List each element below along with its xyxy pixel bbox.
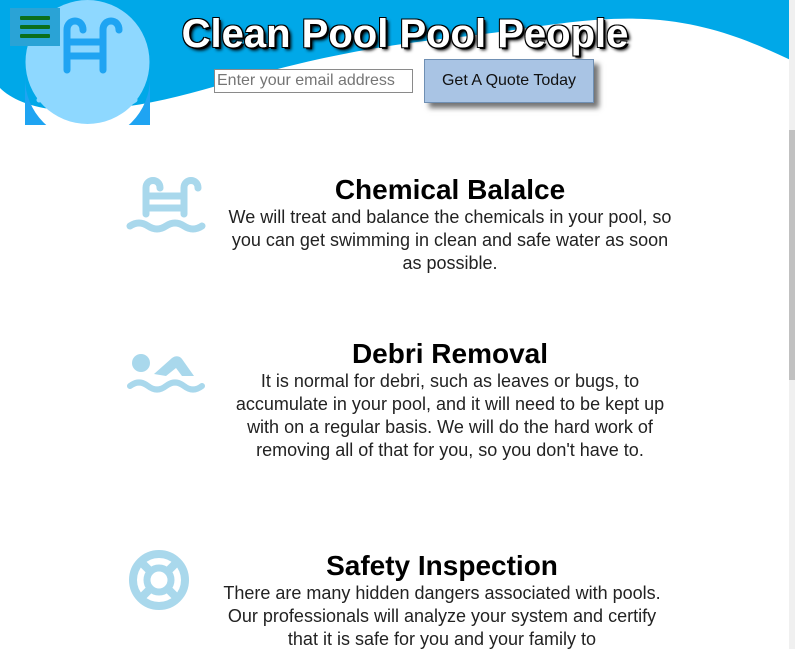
service-safety-inspection: Safety Inspection There are many hidden … bbox=[120, 550, 680, 649]
service-title: Safety Inspection bbox=[326, 550, 558, 581]
page: Clean Pool Pool People Get A Quote Today… bbox=[0, 0, 795, 649]
service-description: It is normal for debri, such as leaves o… bbox=[235, 371, 665, 460]
get-quote-button[interactable]: Get A Quote Today bbox=[424, 59, 594, 103]
lifebuoy-icon bbox=[129, 550, 189, 610]
service-content: Safety Inspection There are many hidden … bbox=[212, 550, 672, 649]
email-input[interactable] bbox=[214, 69, 413, 93]
pool-ladder-icon bbox=[126, 177, 206, 233]
service-description: There are many hidden dangers associated… bbox=[223, 583, 661, 649]
hero-header: Clean Pool Pool People Get A Quote Today bbox=[0, 0, 795, 130]
service-title: Debri Removal bbox=[351, 338, 549, 369]
vertical-scrollbar[interactable] bbox=[789, 0, 795, 649]
service-description: We will treat and balance the chemicals … bbox=[228, 207, 672, 273]
menu-bar bbox=[20, 34, 50, 38]
swimmer-icon bbox=[127, 354, 205, 393]
menu-bar bbox=[20, 16, 50, 20]
service-content: Debri Removal It is normal for debri, su… bbox=[220, 338, 680, 462]
service-content: Chemical Balalce We will treat and balan… bbox=[220, 174, 680, 275]
service-title: Chemical Balalce bbox=[334, 174, 566, 205]
service-chemical-balance: Chemical Balalce We will treat and balan… bbox=[120, 172, 680, 282]
scrollbar-thumb[interactable] bbox=[789, 130, 795, 380]
menu-bar bbox=[20, 25, 50, 29]
hamburger-menu-icon[interactable] bbox=[10, 8, 60, 46]
site-title: Clean Pool Pool People bbox=[181, 12, 629, 56]
service-debri-removal: Debri Removal It is normal for debri, su… bbox=[120, 338, 680, 488]
